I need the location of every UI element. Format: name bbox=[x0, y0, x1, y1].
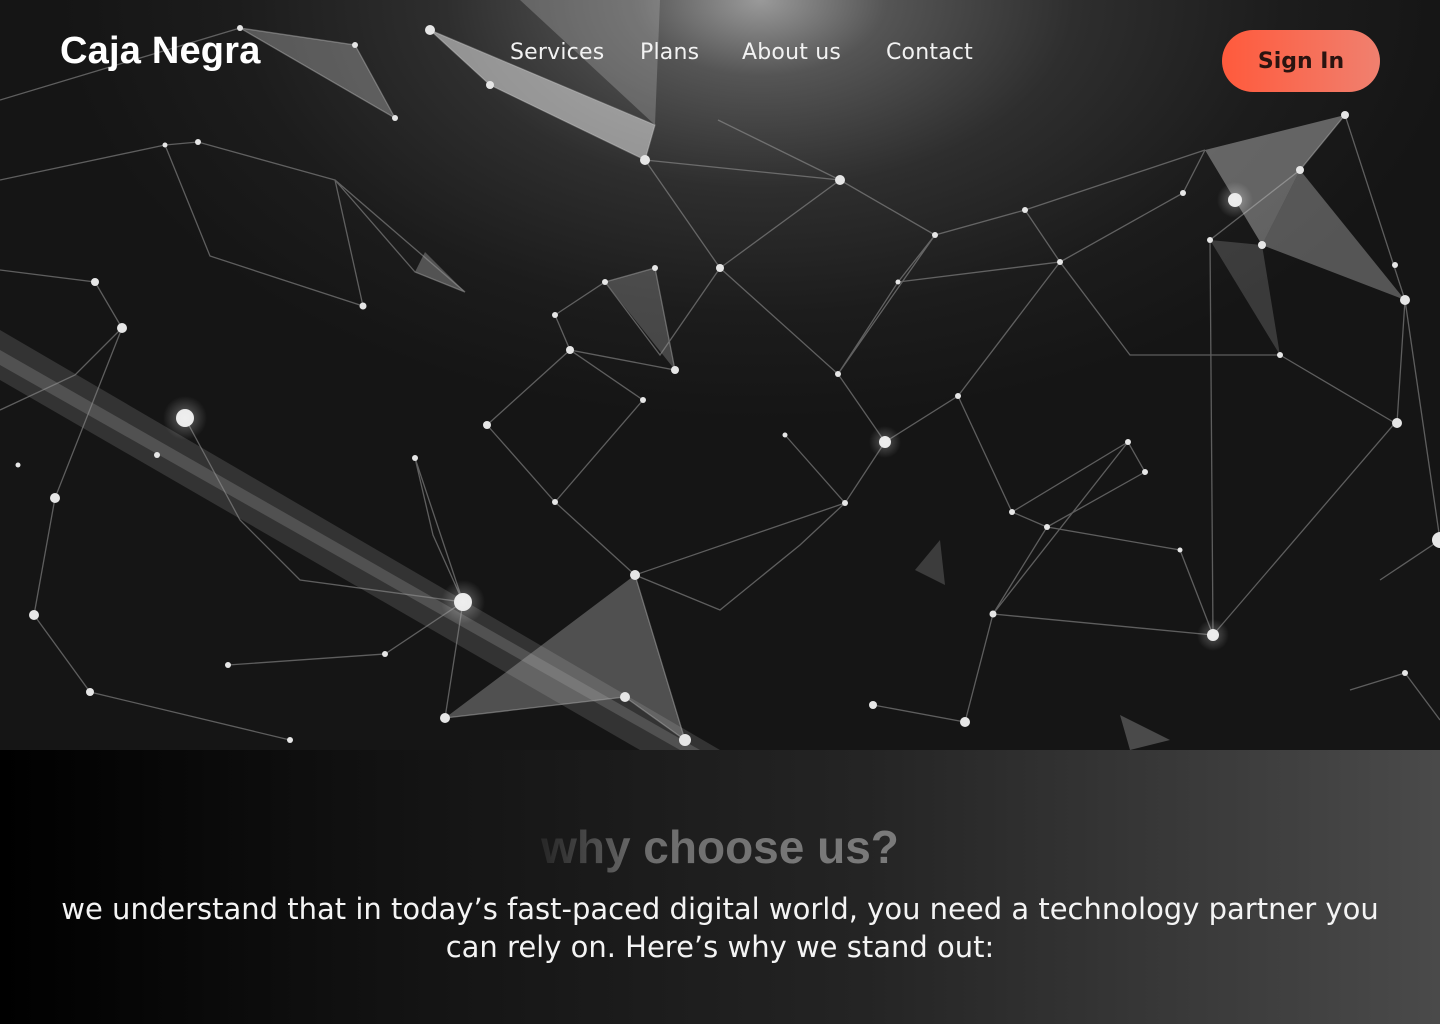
network-background-image bbox=[0, 0, 1440, 750]
nav-link-about-us[interactable]: About us bbox=[742, 40, 841, 65]
section-title: why choose us? bbox=[0, 820, 1440, 874]
sign-in-button[interactable]: Sign In bbox=[1222, 30, 1380, 92]
why-choose-us-section: why choose us? we understand that in tod… bbox=[0, 750, 1440, 1024]
nav-link-services[interactable]: Services bbox=[510, 40, 604, 65]
section-description: we understand that in today’s fast-paced… bbox=[61, 892, 1379, 964]
nav-link-plans[interactable]: Plans bbox=[640, 40, 699, 65]
nav-link-contact[interactable]: Contact bbox=[886, 40, 973, 65]
top-navigation: Caja Negra Services Plans About us Conta… bbox=[0, 0, 1440, 110]
hero-section: Caja Negra Services Plans About us Conta… bbox=[0, 0, 1440, 750]
brand-logo[interactable]: Caja Negra bbox=[60, 30, 261, 73]
